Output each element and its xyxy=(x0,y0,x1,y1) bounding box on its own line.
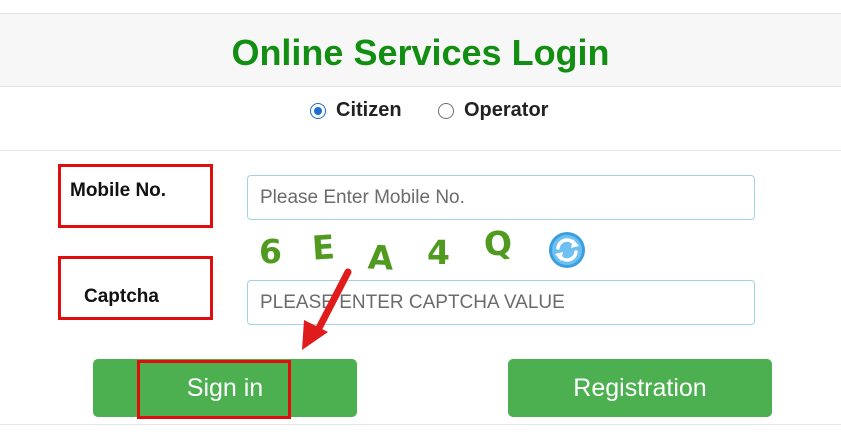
captcha-char: E xyxy=(310,227,336,268)
role-option-citizen[interactable]: Citizen xyxy=(310,99,402,122)
citizen-label[interactable]: Citizen xyxy=(336,99,402,122)
mobile-input[interactable] xyxy=(247,175,755,220)
section-divider xyxy=(0,150,841,151)
arrow-pointer-icon xyxy=(302,268,352,350)
operator-radio[interactable] xyxy=(438,102,454,119)
registration-button[interactable]: Registration xyxy=(508,359,772,417)
citizen-radio[interactable] xyxy=(310,102,326,119)
operator-label[interactable]: Operator xyxy=(464,99,548,122)
role-selector: Citizen Operator xyxy=(0,95,841,129)
captcha-char: Q xyxy=(482,222,515,265)
page-title: Online Services Login xyxy=(231,32,610,73)
refresh-icon[interactable] xyxy=(548,231,586,269)
sign-in-highlight xyxy=(137,360,291,419)
captcha-char: 6 xyxy=(259,232,282,271)
captcha-char: 4 xyxy=(427,233,450,272)
captcha-label-highlight xyxy=(58,256,213,320)
role-option-operator[interactable]: Operator xyxy=(438,99,548,122)
captcha-char: A xyxy=(366,237,395,278)
page-header: Online Services Login xyxy=(0,13,841,87)
mobile-label-highlight xyxy=(58,164,213,228)
footer-divider xyxy=(0,424,841,425)
